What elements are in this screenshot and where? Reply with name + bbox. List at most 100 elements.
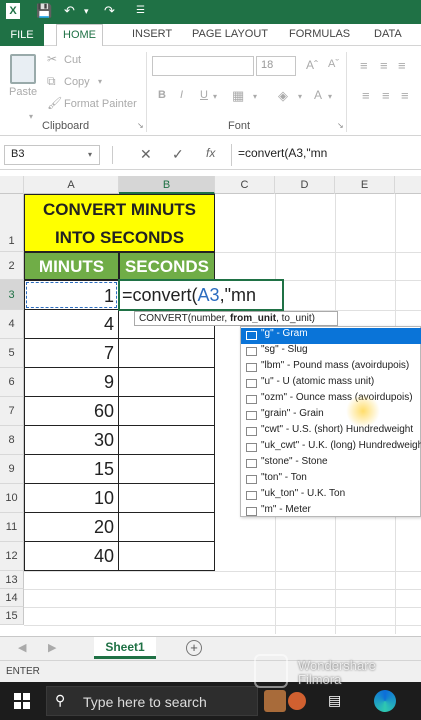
data-cell[interactable] xyxy=(119,484,215,513)
orientation-icon[interactable]: ≡ xyxy=(380,58,388,73)
column-header-c[interactable]: C xyxy=(215,176,275,194)
italic-button[interactable]: I xyxy=(180,89,183,101)
data-cell[interactable]: 9 xyxy=(24,368,119,397)
autocomplete-item[interactable]: "m" - Meter xyxy=(241,504,421,517)
autocomplete-list[interactable]: "g" - Gram "sg" - Slug "lbm" - Pound mas… xyxy=(240,326,421,517)
row-header[interactable]: 4 xyxy=(0,310,24,339)
font-launcher-icon[interactable]: ↘ xyxy=(337,121,344,130)
data-cell[interactable] xyxy=(119,368,215,397)
column-header-a[interactable]: A xyxy=(24,176,119,194)
data-cell[interactable] xyxy=(119,397,215,426)
tab-insert[interactable]: INSERT xyxy=(132,28,172,40)
row-header[interactable]: 2 xyxy=(0,252,24,280)
row-header[interactable]: 1 xyxy=(0,194,24,252)
customize-toolbar-icon[interactable]: ☰ xyxy=(136,5,145,16)
data-cell[interactable] xyxy=(119,542,215,571)
scroll-left-icon[interactable]: ◀ xyxy=(18,641,26,654)
task-view-icon[interactable]: ▤ xyxy=(328,692,341,709)
increase-font-icon[interactable]: Aˆ xyxy=(306,58,318,72)
align-center-icon[interactable]: ≡ xyxy=(382,88,390,103)
data-cell[interactable]: 7 xyxy=(24,339,119,368)
align-right-icon[interactable]: ≡ xyxy=(401,88,409,103)
wrap-icon[interactable]: ≡ xyxy=(398,58,406,73)
header-seconds-cell[interactable]: SECONDS xyxy=(119,252,215,280)
scroll-right-icon[interactable]: ▶ xyxy=(48,641,56,654)
font-color-dropdown-icon[interactable]: ▾ xyxy=(328,92,332,101)
active-cell-editor[interactable]: =convert(A3,"mn xyxy=(118,279,284,311)
data-cell[interactable]: 30 xyxy=(24,426,119,455)
tab-formulas[interactable]: FORMULAS xyxy=(289,28,350,40)
add-sheet-icon[interactable]: + xyxy=(186,640,202,656)
edge-browser-icon[interactable] xyxy=(374,690,396,712)
clipboard-launcher-icon[interactable]: ↘ xyxy=(137,121,144,130)
data-cell[interactable]: 10 xyxy=(24,484,119,513)
name-box[interactable]: B3 xyxy=(4,145,100,165)
data-cell[interactable]: 20 xyxy=(24,513,119,542)
data-cell[interactable]: 4 xyxy=(24,310,119,339)
autocomplete-item[interactable]: "g" - Gram xyxy=(241,328,421,344)
row-header[interactable]: 6 xyxy=(0,368,24,397)
filmora-icon[interactable] xyxy=(288,692,306,710)
column-header-b[interactable]: B xyxy=(119,176,215,194)
sheet-tab-sheet1[interactable]: Sheet1 xyxy=(94,637,156,659)
cut-button[interactable]: Cut xyxy=(64,54,81,66)
autocomplete-item[interactable]: "cwt" - U.S. (short) Hundredweight xyxy=(241,424,421,440)
autocomplete-item[interactable]: "uk_cwt" - U.K. (long) Hundredweight xyxy=(241,440,421,456)
tab-data[interactable]: DATA xyxy=(374,28,402,40)
row-header[interactable]: 10 xyxy=(0,484,24,513)
row-header[interactable]: 7 xyxy=(0,397,24,426)
enter-icon[interactable]: ✓ xyxy=(172,146,184,163)
fill-color-icon[interactable]: ◈ xyxy=(278,88,288,104)
data-cell[interactable] xyxy=(119,455,215,484)
paste-dropdown-icon[interactable]: ▾ xyxy=(29,112,33,121)
taskbar-search-box[interactable]: ⚲ Type here to search xyxy=(46,686,258,716)
autocomplete-item[interactable]: "ozm" - Ounce mass (avoirdupois) xyxy=(241,392,421,408)
font-name-box[interactable] xyxy=(152,56,254,76)
underline-button[interactable]: U xyxy=(200,89,208,101)
tab-page-layout[interactable]: PAGE LAYOUT xyxy=(192,28,268,40)
autocomplete-item[interactable]: "uk_ton" - U.K. Ton xyxy=(241,488,421,504)
undo-dropdown-icon[interactable]: ▾ xyxy=(84,6,89,17)
font-color-icon[interactable]: A xyxy=(314,88,322,102)
tab-home[interactable]: HOME xyxy=(56,24,103,47)
data-cell[interactable] xyxy=(119,513,215,542)
row-header[interactable]: 13 xyxy=(0,571,24,589)
row-header[interactable]: 3 xyxy=(0,280,24,310)
row-header[interactable]: 14 xyxy=(0,589,24,607)
autocomplete-item[interactable]: "sg" - Slug xyxy=(241,344,421,360)
border-dropdown-icon[interactable]: ▾ xyxy=(253,92,257,101)
data-cell[interactable]: 40 xyxy=(24,542,119,571)
row-header[interactable]: 8 xyxy=(0,426,24,455)
row-header[interactable]: 5 xyxy=(0,339,24,368)
autocomplete-item[interactable]: "lbm" - Pound mass (avoirdupois) xyxy=(241,360,421,376)
column-header-d[interactable]: D xyxy=(275,176,335,194)
redo-icon[interactable]: ↷ xyxy=(104,3,115,19)
tab-file[interactable]: FILE xyxy=(0,24,44,46)
fill-dropdown-icon[interactable]: ▾ xyxy=(298,92,302,101)
cancel-icon[interactable]: ✕ xyxy=(140,146,152,163)
select-all-corner[interactable] xyxy=(0,176,24,194)
paste-icon[interactable] xyxy=(10,54,36,84)
row-header[interactable]: 12 xyxy=(0,542,24,571)
align-left-icon[interactable]: ≡ xyxy=(362,88,370,103)
autocomplete-item[interactable]: "ton" - Ton xyxy=(241,472,421,488)
name-box-dropdown-icon[interactable]: ▾ xyxy=(88,150,92,159)
function-tooltip[interactable]: CONVERT(number, from_unit, to_unit) xyxy=(134,311,338,326)
autocomplete-item[interactable]: "u" - U (atomic mass unit) xyxy=(241,376,421,392)
column-header-e[interactable]: E xyxy=(335,176,395,194)
row-header[interactable]: 15 xyxy=(0,607,24,625)
underline-dropdown-icon[interactable]: ▾ xyxy=(213,92,217,101)
autocomplete-item[interactable]: "stone" - Stone xyxy=(241,456,421,472)
data-cell[interactable]: 60 xyxy=(24,397,119,426)
bold-button[interactable]: B xyxy=(158,89,166,101)
font-size-box[interactable]: 18 xyxy=(256,56,296,76)
row-header[interactable]: 11 xyxy=(0,513,24,542)
format-painter-button[interactable]: Format Painter xyxy=(64,98,137,110)
row-header[interactable]: 9 xyxy=(0,455,24,484)
paste-button[interactable]: Paste xyxy=(9,86,37,98)
border-icon[interactable]: ▦ xyxy=(232,88,244,104)
decrease-font-icon[interactable]: Aˇ xyxy=(328,58,339,70)
data-cell[interactable]: 15 xyxy=(24,455,119,484)
undo-icon[interactable]: ↶ xyxy=(64,3,75,19)
align-icon[interactable]: ≡ xyxy=(360,58,368,73)
